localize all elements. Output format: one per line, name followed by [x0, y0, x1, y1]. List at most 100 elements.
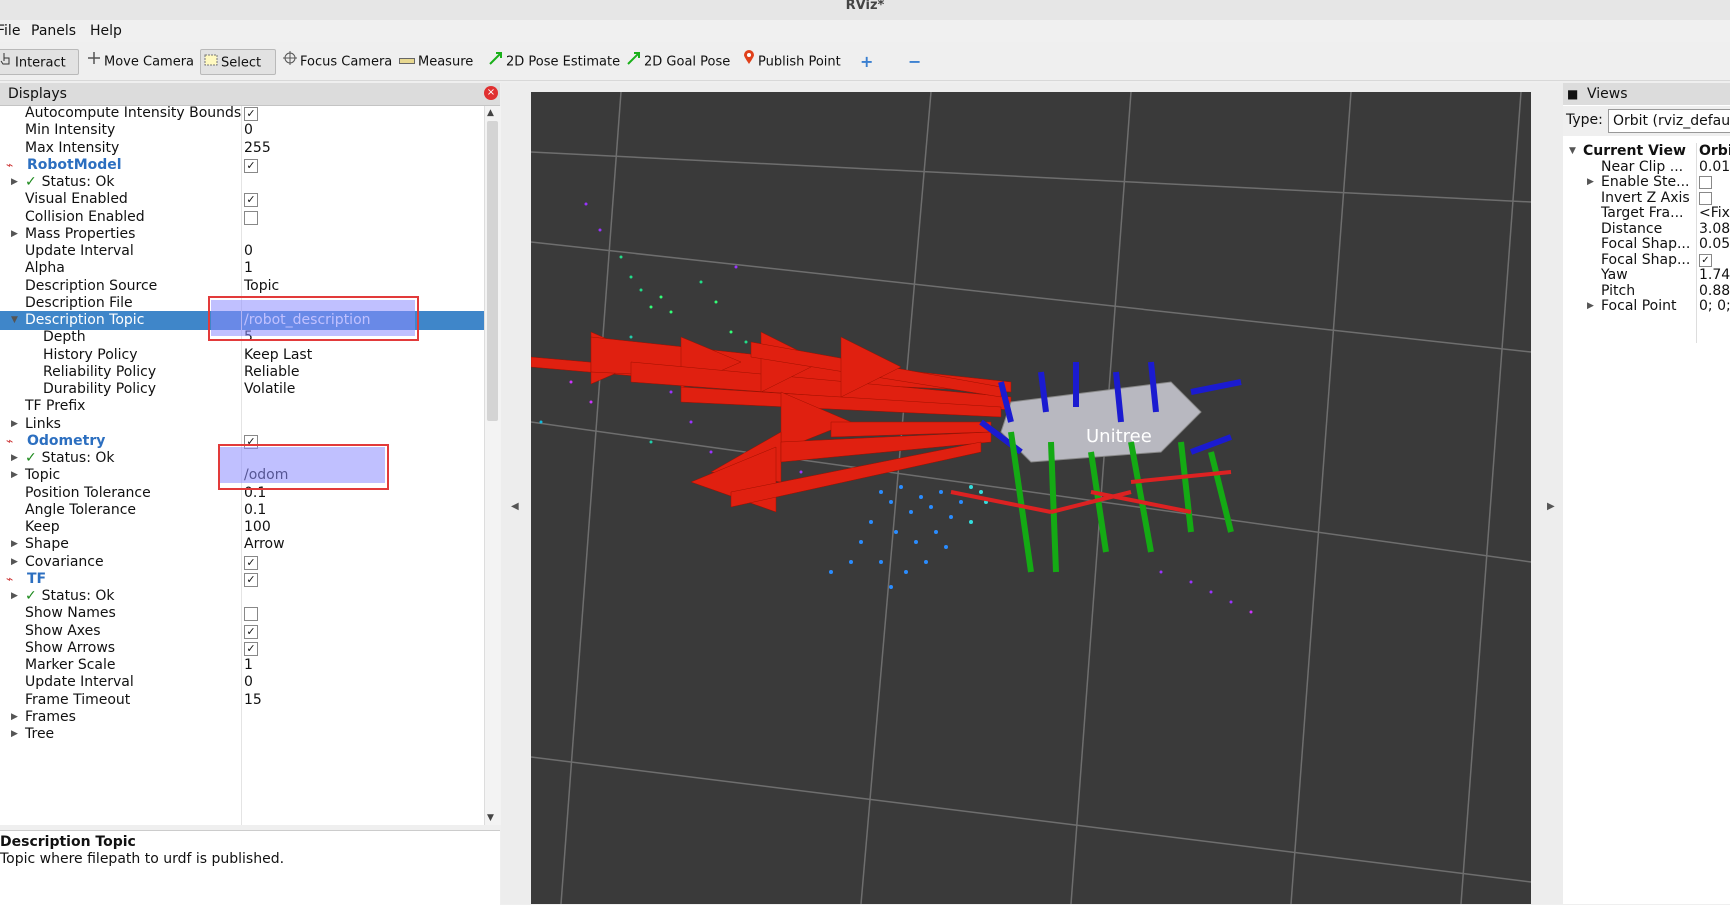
display-property-row[interactable]: Keep 100: [0, 518, 484, 537]
display-property-row[interactable]: History Policy Keep Last: [0, 346, 484, 365]
view-type-select[interactable]: Orbit (rviz_default: [1608, 109, 1730, 133]
pose-estimate-tool-button[interactable]: 2D Pose Estimate: [486, 49, 623, 75]
property-checkbox[interactable]: [244, 607, 258, 622]
view-property-row[interactable]: Focal Shap... ✓: [1563, 252, 1730, 269]
display-property-row[interactable]: ⌁ RobotModel ✓: [0, 156, 484, 175]
property-value[interactable]: 1: [244, 259, 253, 278]
property-checkbox[interactable]: ✓: [244, 555, 258, 570]
move-camera-tool-button[interactable]: Move Camera: [84, 49, 197, 75]
display-property-row[interactable]: ⌁ TF ✓: [0, 570, 484, 589]
display-property-row[interactable]: ▶ Tree: [0, 725, 484, 744]
display-property-row[interactable]: ▶ Shape Arrow: [0, 535, 484, 554]
display-property-row[interactable]: ▶ ✓ Status: Ok: [0, 587, 484, 606]
collapse-arrow-icon[interactable]: ▼: [11, 311, 18, 330]
close-icon[interactable]: ×: [484, 86, 498, 100]
property-value[interactable]: 255: [244, 139, 271, 158]
display-property-row[interactable]: Visual Enabled ✓: [0, 190, 484, 209]
view-property-row[interactable]: Pitch 0.88: [1563, 283, 1730, 300]
goal-pose-tool-button[interactable]: 2D Goal Pose: [624, 49, 733, 75]
view-property-row[interactable]: Focal Shap... 0.05: [1563, 236, 1730, 253]
property-value[interactable]: 0: [244, 673, 253, 692]
views-tree[interactable]: Current View▼OrbitNear Clip ...0.01Enabl…: [1563, 143, 1730, 904]
property-value[interactable]: Topic: [244, 277, 279, 296]
display-property-row[interactable]: Reliability Policy Reliable: [0, 363, 484, 382]
property-checkbox[interactable]: ✓: [244, 158, 258, 173]
display-property-row[interactable]: Max Intensity 255: [0, 139, 484, 158]
add-tool-button[interactable]: +: [857, 49, 876, 75]
interact-tool-button[interactable]: Interact: [0, 49, 79, 75]
expand-arrow-icon[interactable]: ▶: [11, 449, 18, 468]
property-value[interactable]: Keep Last: [244, 346, 312, 365]
view-property-value[interactable]: 0.88: [1699, 283, 1730, 300]
expand-arrow-icon[interactable]: ▶: [11, 225, 18, 244]
display-property-row[interactable]: ▶ Links: [0, 415, 484, 434]
display-property-row[interactable]: Min Intensity 0: [0, 121, 484, 140]
view-property-row[interactable]: Target Fra... <Fixed: [1563, 205, 1730, 222]
display-property-row[interactable]: ▶ ✓ Status: Ok: [0, 173, 484, 192]
property-value[interactable]: 0: [244, 242, 253, 261]
property-checkbox[interactable]: ✓: [244, 107, 258, 121]
view-property-value[interactable]: 0.01: [1699, 159, 1730, 176]
view-property-row[interactable]: Near Clip ... 0.01: [1563, 159, 1730, 176]
collapse-right-icon[interactable]: ▶: [1547, 501, 1555, 512]
property-value[interactable]: Arrow: [244, 535, 285, 554]
view-property-value[interactable]: Orbit: [1699, 143, 1730, 160]
display-property-row[interactable]: Show Axes ✓: [0, 622, 484, 641]
display-property-row[interactable]: ▶ Covariance ✓: [0, 553, 484, 572]
view-property-value[interactable]: 1.74: [1699, 267, 1730, 284]
collapse-arrow-icon[interactable]: ▼: [1569, 143, 1576, 160]
view-property-value[interactable]: 0; 0;: [1699, 298, 1730, 315]
expand-arrow-icon[interactable]: ▶: [1587, 298, 1594, 315]
view-property-checkbox[interactable]: ✓: [1699, 253, 1712, 267]
display-property-row[interactable]: Durability Policy Volatile: [0, 380, 484, 399]
view-property-row[interactable]: Distance 3.08: [1563, 221, 1730, 238]
expand-arrow-icon[interactable]: ▶: [11, 708, 18, 727]
view-property-row[interactable]: Focal Point ▶ 0; 0;: [1563, 298, 1730, 315]
expand-arrow-icon[interactable]: ▶: [11, 466, 18, 485]
property-checkbox[interactable]: [244, 210, 258, 225]
display-property-row[interactable]: Update Interval 0: [0, 242, 484, 261]
view-property-row[interactable]: Current View ▼ Orbit: [1563, 143, 1730, 160]
focus-camera-tool-button[interactable]: Focus Camera: [280, 49, 395, 75]
menu-help[interactable]: Help: [90, 23, 122, 39]
view-property-value[interactable]: <Fixed: [1699, 205, 1730, 222]
scrollbar-thumb[interactable]: [487, 121, 498, 421]
property-value[interactable]: 1: [244, 656, 253, 675]
view-property-row[interactable]: Invert Z Axis: [1563, 190, 1730, 207]
collapse-left-icon[interactable]: ◀: [511, 501, 519, 512]
property-checkbox[interactable]: ✓: [244, 193, 258, 208]
expand-arrow-icon[interactable]: ▶: [11, 587, 18, 606]
expand-arrow-icon[interactable]: ▶: [11, 415, 18, 434]
select-tool-button[interactable]: Select: [200, 49, 276, 75]
display-property-row[interactable]: ▶ Frames: [0, 708, 484, 727]
menu-panels[interactable]: Panels: [31, 23, 76, 39]
view-property-checkbox[interactable]: [1699, 176, 1712, 189]
property-value[interactable]: 15: [244, 691, 262, 710]
display-property-row[interactable]: Update Interval 0: [0, 673, 484, 692]
scroll-up-icon[interactable]: ▲: [487, 108, 494, 118]
view-property-value[interactable]: 0.05: [1699, 236, 1730, 253]
view-property-row[interactable]: Yaw 1.74: [1563, 267, 1730, 284]
property-checkbox[interactable]: ✓: [244, 572, 258, 587]
display-property-row[interactable]: Show Names: [0, 604, 484, 623]
publish-point-tool-button[interactable]: Publish Point: [740, 49, 844, 75]
display-property-row[interactable]: TF Prefix: [0, 397, 484, 416]
display-property-row[interactable]: ▶ Mass Properties: [0, 225, 484, 244]
remove-tool-button[interactable]: −: [905, 49, 924, 75]
view-property-value[interactable]: 3.08: [1699, 221, 1730, 238]
expand-arrow-icon[interactable]: ▶: [11, 173, 18, 192]
property-value[interactable]: Reliable: [244, 363, 299, 382]
property-checkbox[interactable]: ✓: [244, 624, 258, 639]
menu-file[interactable]: File: [0, 23, 20, 39]
scroll-down-icon[interactable]: ▼: [487, 813, 494, 823]
3d-scene[interactable]: Unitree: [531, 92, 1531, 904]
expand-arrow-icon[interactable]: ▶: [11, 535, 18, 554]
property-value[interactable]: 0: [244, 121, 253, 140]
display-property-row[interactable]: Show Arrows ✓: [0, 639, 484, 658]
expand-arrow-icon[interactable]: ▶: [11, 553, 18, 572]
display-property-row[interactable]: Collision Enabled: [0, 208, 484, 227]
displays-scrollbar[interactable]: ▲ ▼: [484, 106, 501, 825]
expand-arrow-icon[interactable]: ▶: [1587, 174, 1594, 191]
property-value[interactable]: Volatile: [244, 380, 295, 399]
display-property-row[interactable]: Angle Tolerance 0.1: [0, 501, 484, 520]
